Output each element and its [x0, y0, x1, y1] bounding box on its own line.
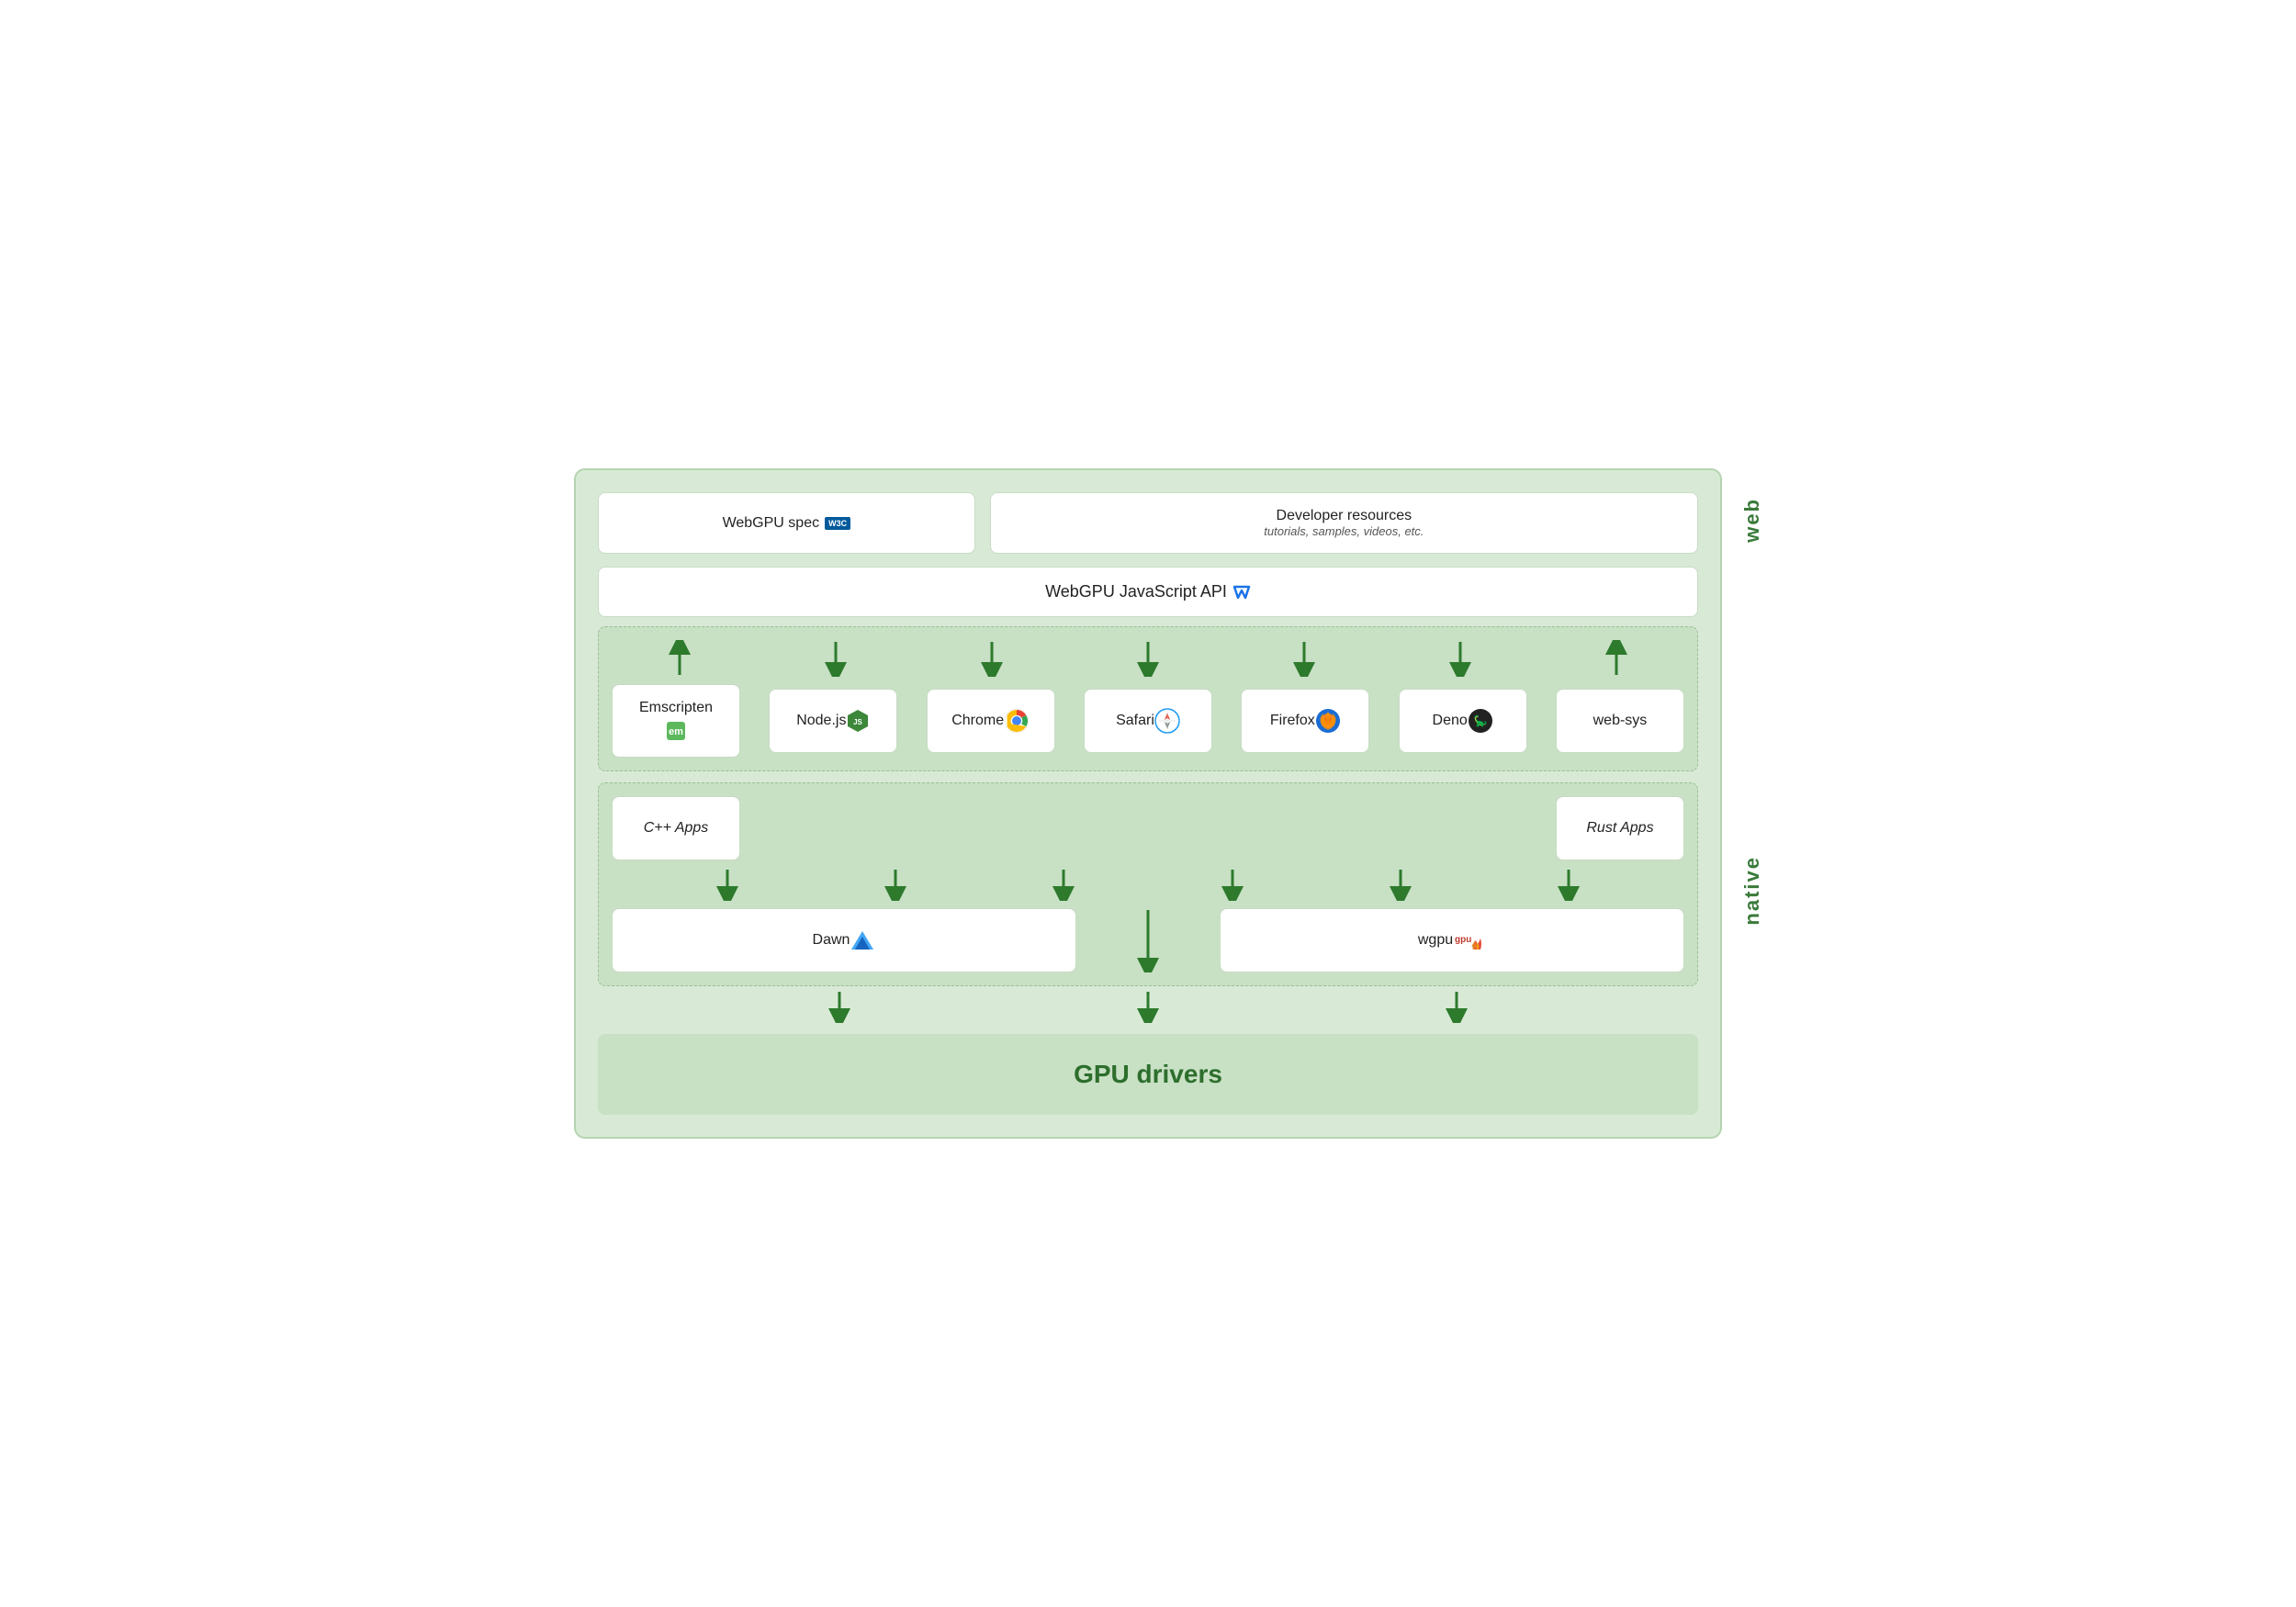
svg-text:🦕: 🦕	[1473, 714, 1487, 727]
chrome-down-arrow2	[1051, 868, 1076, 901]
cpp-apps-box: C++ Apps	[612, 796, 740, 860]
spec-label: WebGPU spec	[723, 515, 820, 532]
gpu-drivers-box: GPU drivers	[598, 1034, 1698, 1115]
firefox-box: Firefox	[1241, 689, 1369, 753]
deno-down-arrow2	[1388, 868, 1413, 901]
dev-resources-subtitle: tutorials, samples, videos, etc.	[1264, 524, 1424, 538]
rust-apps-box: Rust Apps	[1556, 796, 1684, 860]
deno-label: Deno	[1433, 713, 1468, 729]
emscripten-up-arrow	[667, 640, 692, 677]
nodejs-label: Node.js	[796, 713, 846, 729]
dev-resources-label: Developer resources	[1277, 508, 1412, 524]
wgpu-label: wgpu	[1418, 932, 1453, 949]
spec-box: WebGPU spec W3C	[598, 492, 975, 554]
chrome-icon	[1004, 708, 1030, 734]
rust-apps-label: Rust Apps	[1586, 820, 1653, 837]
websys-up-arrow	[1604, 640, 1629, 677]
cpp-apps-label: C++ Apps	[644, 820, 709, 837]
web-label: web	[1740, 498, 1764, 543]
safari-box: Safari	[1084, 689, 1212, 753]
webgpu-api-label: WebGPU JavaScript API	[1045, 582, 1227, 601]
w3c-badge: W3C	[825, 517, 850, 530]
top-row: WebGPU spec W3C Developer resources tuto…	[598, 492, 1698, 554]
websys-box: web-sys	[1556, 689, 1684, 753]
dawn-label: Dawn	[813, 932, 850, 949]
cpp-down-arrow	[715, 868, 740, 901]
emscripten-label: Emscripten	[639, 700, 713, 716]
chrome-down-arrow-top	[979, 640, 1005, 677]
dev-resources-box: Developer resources tutorials, samples, …	[990, 492, 1698, 554]
webgpu-api-box: WebGPU JavaScript API	[598, 567, 1698, 617]
safari-to-gpu-arrow	[1135, 990, 1161, 1023]
firefox-down-arrow-top	[1291, 640, 1317, 677]
outer-box: web native WebGPU spec W3C Developer res…	[574, 468, 1722, 1139]
webgpu-w-icon	[1232, 583, 1251, 601]
web-inner-box: Emscripten em Node.js JS	[598, 626, 1698, 771]
safari-down-arrow-top	[1135, 640, 1161, 677]
webgpu-api-row: WebGPU JavaScript API	[598, 567, 1698, 617]
dawn-to-gpu-arrow	[827, 990, 852, 1023]
firefox-icon	[1315, 708, 1341, 734]
firefox-label: Firefox	[1270, 713, 1315, 729]
firefox-down-arrow2	[1220, 868, 1245, 901]
svg-text:JS: JS	[854, 718, 863, 726]
chrome-label: Chrome	[951, 713, 1004, 729]
chrome-box: Chrome	[927, 689, 1055, 753]
nodejs-down-arrow2	[883, 868, 908, 901]
emscripten-icon: em	[665, 720, 687, 742]
emscripten-box: Emscripten em	[612, 684, 740, 758]
deno-box: Deno 🦕	[1399, 689, 1527, 753]
wgpu-to-gpu-arrow	[1444, 990, 1469, 1023]
svg-text:em: em	[669, 726, 683, 737]
dawn-icon	[850, 927, 875, 953]
nodejs-down-arrow	[823, 640, 849, 677]
rust-down-arrow	[1556, 868, 1581, 901]
deno-icon: 🦕	[1468, 708, 1493, 734]
websys-label: web-sys	[1593, 713, 1648, 729]
native-label: native	[1740, 856, 1764, 926]
wgpu-box: wgpu gpu	[1220, 908, 1684, 972]
nodejs-icon: JS	[846, 709, 870, 733]
safari-passthrough-arrow	[1135, 908, 1161, 972]
safari-label: Safari	[1116, 713, 1154, 729]
safari-icon	[1154, 708, 1180, 734]
deno-down-arrow-top	[1447, 640, 1473, 677]
dawn-box: Dawn	[612, 908, 1076, 972]
diagram-wrapper: web native WebGPU spec W3C Developer res…	[574, 468, 1722, 1139]
wgpu-icon: gpu	[1453, 927, 1486, 953]
nodejs-box: Node.js JS	[769, 689, 897, 753]
native-inner-box: C++ Apps Rust Apps	[598, 782, 1698, 986]
gpu-drivers-label: GPU drivers	[1074, 1060, 1222, 1088]
svg-text:gpu: gpu	[1455, 935, 1471, 945]
